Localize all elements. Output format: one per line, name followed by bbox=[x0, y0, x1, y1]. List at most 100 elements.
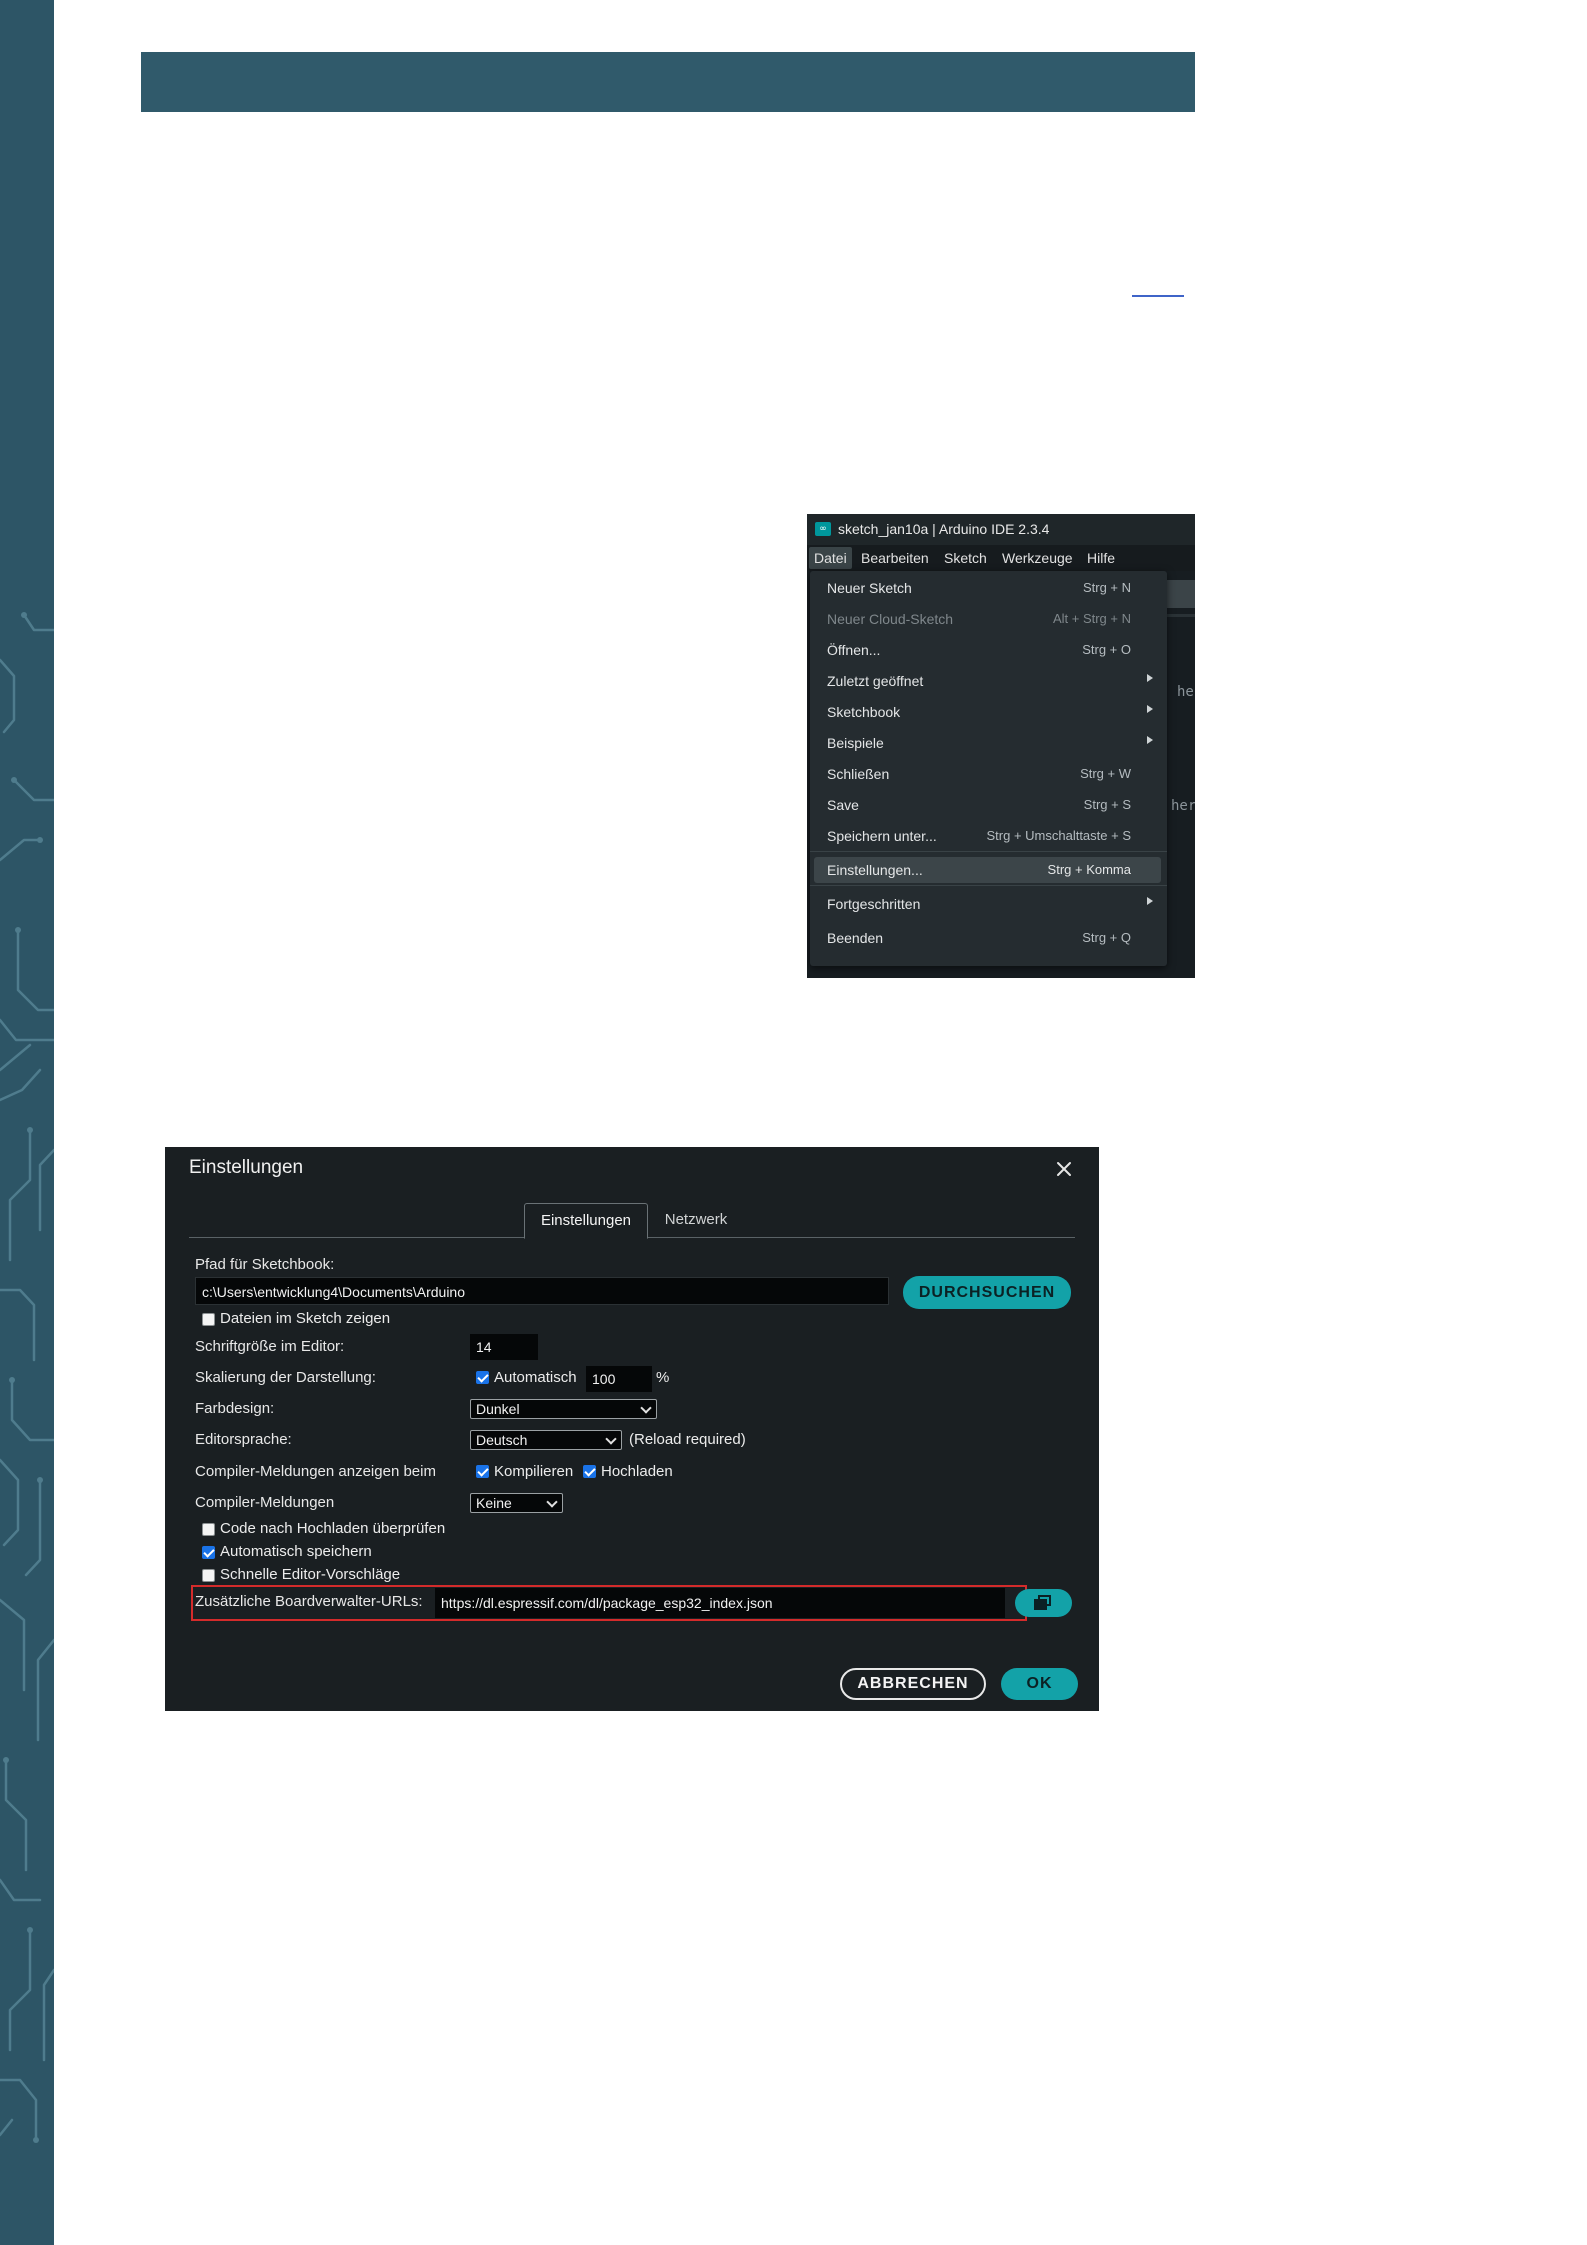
menu-item-shortcut: Strg + N bbox=[1082, 580, 1131, 595]
theme-select-value: Dunkel bbox=[476, 1401, 520, 1417]
menu-item[interactable]: Beenden Strg + Q bbox=[814, 925, 1161, 951]
external-window-icon bbox=[1034, 1595, 1051, 1610]
verbose-upload-checkbox[interactable] bbox=[583, 1465, 596, 1478]
menu-item-label: Fortgeschritten bbox=[827, 896, 921, 912]
file-menu-dropdown: Neuer Sketch Strg + N Neuer Cloud-Sketch Al… bbox=[810, 571, 1167, 966]
auto-scale-checkbox[interactable] bbox=[476, 1371, 489, 1384]
verbose-upload-label: Hochladen bbox=[601, 1463, 673, 1480]
menu-sketch[interactable]: Sketch bbox=[944, 550, 987, 566]
menu-item-label: Save bbox=[827, 797, 859, 813]
tab-einstellungen[interactable]: Einstellungen bbox=[524, 1203, 648, 1239]
font-size-label: Schriftgröße im Editor: bbox=[195, 1338, 345, 1355]
chevron-down-icon bbox=[546, 1496, 558, 1508]
ide-title-bar: ∞ sketch_jan10a | Arduino IDE 2.3.4 bbox=[807, 514, 1195, 545]
ide-toolbar-peek bbox=[1164, 580, 1195, 608]
menu-item-label: Speichern unter... bbox=[827, 828, 937, 844]
language-select[interactable]: Deutsch bbox=[470, 1430, 622, 1450]
dialog-title: Einstellungen bbox=[189, 1157, 304, 1178]
ide-menu-bar: Datei Bearbeiten Sketch Werkzeuge Hilfe bbox=[807, 545, 1195, 571]
menu-item-shortcut: Strg + S bbox=[1083, 797, 1131, 812]
circuit-pattern-decor bbox=[0, 612, 54, 2143]
menu-item: Neuer Cloud-Sketch Alt + Strg + N bbox=[814, 606, 1161, 632]
ok-button[interactable]: OK bbox=[1001, 1668, 1078, 1700]
menu-item-shortcut: Strg + O bbox=[1082, 642, 1131, 657]
side-decor-strip bbox=[0, 0, 54, 2245]
editor-text-peek: her bbox=[1171, 798, 1195, 814]
verbose-compile-checkbox[interactable] bbox=[476, 1465, 489, 1478]
menu-item-shortcut: Strg + Q bbox=[1082, 930, 1131, 945]
menu-hilfe[interactable]: Hilfe bbox=[1087, 550, 1115, 566]
link-underline-decor bbox=[1132, 295, 1184, 297]
menu-item-label: Beenden bbox=[827, 930, 884, 946]
reload-note: (Reload required) bbox=[629, 1431, 746, 1448]
menu-item-label: Neuer Sketch bbox=[827, 580, 912, 596]
menu-item[interactable]: Zuletzt geöffnet bbox=[814, 668, 1161, 694]
theme-select[interactable]: Dunkel bbox=[470, 1399, 657, 1419]
menu-divider bbox=[810, 851, 1167, 852]
show-files-label: Dateien im Sketch zeigen bbox=[220, 1310, 391, 1327]
menu-datei[interactable]: Datei bbox=[809, 547, 852, 569]
menu-item[interactable]: Schließen Strg + W bbox=[814, 761, 1161, 787]
verbose-compile-label: Kompilieren bbox=[494, 1463, 574, 1480]
autosave-checkbox[interactable] bbox=[202, 1546, 215, 1559]
tab-netzwerk[interactable]: Netzwerk bbox=[653, 1203, 739, 1237]
menu-item-shortcut: Strg + Umschalttaste + S bbox=[986, 828, 1131, 843]
scale-unit: % bbox=[656, 1369, 670, 1386]
close-icon[interactable] bbox=[1053, 1158, 1075, 1180]
editor-text-peek: he bbox=[1177, 684, 1194, 700]
theme-label: Farbdesign: bbox=[195, 1400, 275, 1417]
menu-item-label: Öffnen... bbox=[827, 642, 881, 658]
menu-item-label: Zuletzt geöffnet bbox=[827, 673, 924, 689]
menu-bearbeiten[interactable]: Bearbeiten bbox=[861, 550, 929, 566]
chevron-right-icon bbox=[1147, 736, 1153, 744]
menu-item-label: Schließen bbox=[827, 766, 890, 782]
section-header-bar bbox=[141, 52, 1195, 112]
show-files-checkbox[interactable] bbox=[202, 1313, 215, 1326]
settings-dialog: Einstellungen Einstellungen Netzwerk Pfa… bbox=[165, 1147, 1099, 1711]
ide-window-title: sketch_jan10a | Arduino IDE 2.3.4 bbox=[838, 521, 1050, 537]
verbose-output-label: Compiler-Meldungen anzeigen beim bbox=[195, 1463, 436, 1480]
chevron-right-icon bbox=[1147, 705, 1153, 713]
scaling-label: Skalierung der Darstellung: bbox=[195, 1369, 376, 1386]
board-urls-label: Zusätzliche Boardverwalter-URLs: bbox=[195, 1593, 423, 1610]
menu-item[interactable]: Einstellungen... Strg + Komma bbox=[814, 857, 1161, 883]
verify-upload-label: Code nach Hochladen überprüfen bbox=[220, 1520, 446, 1537]
menu-item[interactable]: Fortgeschritten bbox=[814, 891, 1161, 917]
sketchbook-path-input[interactable]: c:\Users\entwicklung4\Documents\Arduino bbox=[195, 1277, 889, 1305]
menu-item-shortcut: Strg + W bbox=[1080, 766, 1131, 781]
quick-suggestions-checkbox[interactable] bbox=[202, 1569, 215, 1582]
menu-item-label: Beispiele bbox=[827, 735, 884, 751]
compiler-warnings-label: Compiler-Meldungen bbox=[195, 1494, 335, 1511]
menu-werkzeuge[interactable]: Werkzeuge bbox=[1002, 550, 1073, 566]
browse-button[interactable]: DURCHSUCHEN bbox=[903, 1276, 1071, 1309]
menu-item-label: Einstellungen... bbox=[827, 862, 923, 878]
menu-item-label: Neuer Cloud-Sketch bbox=[827, 611, 954, 627]
verify-upload-checkbox[interactable] bbox=[202, 1523, 215, 1536]
menu-item-shortcut: Strg + Komma bbox=[1047, 862, 1131, 877]
cancel-button[interactable]: ABBRECHEN bbox=[840, 1668, 986, 1700]
ide-toolbar-peek-line bbox=[1164, 614, 1195, 617]
chevron-right-icon bbox=[1147, 674, 1153, 682]
font-size-input[interactable]: 14 bbox=[470, 1334, 538, 1360]
scale-input[interactable]: 100 bbox=[586, 1366, 652, 1392]
menu-item-label: Sketchbook bbox=[827, 704, 901, 720]
arduino-app-icon: ∞ bbox=[815, 522, 831, 536]
autosave-label: Automatisch speichern bbox=[220, 1543, 372, 1560]
menu-item[interactable]: Save Strg + S bbox=[814, 792, 1161, 818]
quick-suggestions-label: Schnelle Editor-Vorschläge bbox=[220, 1566, 401, 1583]
menu-item[interactable]: Neuer Sketch Strg + N bbox=[814, 575, 1161, 601]
sketchbook-path-label: Pfad für Sketchbook: bbox=[195, 1256, 335, 1273]
menu-item[interactable]: Öffnen... Strg + O bbox=[814, 637, 1161, 663]
menu-item[interactable]: Sketchbook bbox=[814, 699, 1161, 725]
ide-file-menu-screenshot: ∞ sketch_jan10a | Arduino IDE 2.3.4 Date… bbox=[807, 514, 1195, 978]
open-urls-editor-button[interactable] bbox=[1015, 1589, 1072, 1617]
menu-divider bbox=[810, 885, 1167, 886]
menu-item[interactable]: Beispiele bbox=[814, 730, 1161, 756]
menu-item-shortcut: Alt + Strg + N bbox=[1052, 611, 1131, 626]
board-urls-input[interactable]: https://dl.espressif.com/dl/package_esp3… bbox=[435, 1588, 1005, 1618]
chevron-down-icon bbox=[640, 1402, 652, 1414]
menu-item[interactable]: Speichern unter... Strg + Umschalttaste +… bbox=[814, 823, 1161, 849]
language-label: Editorsprache: bbox=[195, 1431, 292, 1448]
compiler-warnings-select[interactable]: Keine bbox=[470, 1493, 563, 1513]
chevron-down-icon bbox=[605, 1433, 617, 1445]
